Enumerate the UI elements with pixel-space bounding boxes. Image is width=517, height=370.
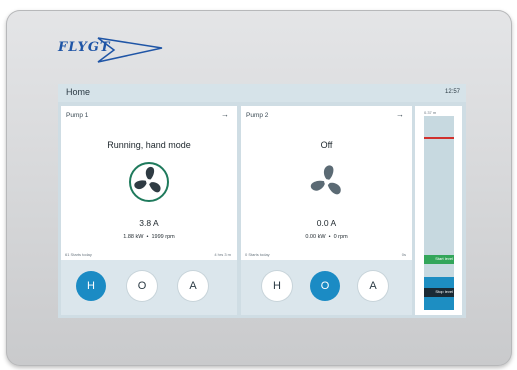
page-title: Home [66,87,91,97]
runtime: 4 hrs 3 m [214,252,231,257]
flygt-logo: FLYGT [58,34,168,66]
alarm-level-line [424,137,454,139]
start-level-label: Start level [435,256,453,261]
separator: • [146,234,149,240]
mode-h-button[interactable]: H [76,271,106,301]
pump-speed: 0 rpm [333,234,348,240]
pump-2-panel[interactable]: Pump 2 → Off 0.0 A 0.00 kW • 0 rpm 0 Sta… [241,106,412,315]
fan-icon [129,162,169,202]
pump-status: Off [320,140,333,150]
pump-status: Running, hand mode [107,140,191,150]
pump-power-speed: 0.00 kW • 0 rpm [241,234,412,240]
pump-speed: 1999 rpm [151,234,175,240]
level-panel[interactable]: 0.37 m Start level Stop level [415,106,462,315]
pump-name: Pump 1 [66,112,89,119]
start-level-marker: Start level [424,255,454,264]
logo-text: FLYGT [58,40,111,55]
mode-h-button[interactable]: H [262,271,292,301]
top-bar: Home 12:57 [58,84,466,102]
mode-o-button[interactable]: O [127,271,157,301]
mode-selector: H O A [61,260,237,315]
arrow-right-icon[interactable]: → [396,110,404,119]
clock: 12:57 [444,89,460,95]
arrow-right-icon[interactable]: → [221,110,229,119]
hmi-screen: Home 12:57 Pump 1 → Running, hand mode 3… [58,84,466,318]
mode-o-button[interactable]: O [310,271,340,301]
fan-icon [307,162,347,202]
level-bar: Start level Stop level [424,116,454,310]
separator: • [328,234,331,240]
pump-1-panel[interactable]: Pump 1 → Running, hand mode 3.8 A 1.88 k… [61,106,237,315]
level-value: 0.37 m [424,110,437,115]
stop-level-label: Stop level [435,289,453,294]
pump-current: 3.8 A [139,218,159,228]
mode-a-button[interactable]: A [178,271,208,301]
starts-today: 61 Starts today [65,252,92,257]
mode-a-button[interactable]: A [358,271,388,301]
pump-name: Pump 2 [246,112,269,119]
starts-today: 0 Starts today [245,252,270,257]
pump-power: 1.88 kW [123,234,144,240]
pump-power: 0.00 kW [305,234,326,240]
pump-current: 0.0 A [316,218,337,228]
pump-power-speed: 1.88 kW • 1999 rpm [61,234,237,240]
stop-level-marker: Stop level [424,288,454,297]
runtime: 0s [401,252,406,257]
mode-selector: H O A [241,260,412,315]
